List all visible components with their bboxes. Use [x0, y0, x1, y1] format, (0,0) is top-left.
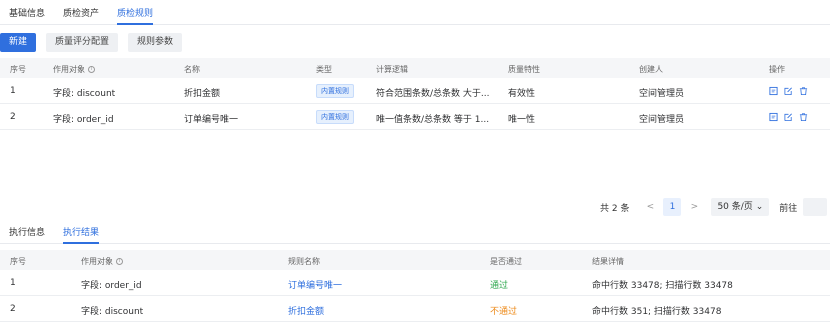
header-status: 是否通过 — [490, 257, 522, 266]
header-target: 作用对象 i — [53, 64, 95, 75]
header-name: 名称 — [184, 65, 200, 74]
cell-index: 1 — [10, 278, 16, 288]
row-actions — [769, 86, 808, 96]
info-icon[interactable]: i — [88, 66, 95, 73]
table-header: 序号 作用对象 i 规则名称 是否通过 结果详情 — [0, 250, 830, 270]
cell-target: 字段: discount — [53, 89, 116, 99]
cell-trait: 有效性 — [508, 89, 536, 99]
header-detail: 结果详情 — [592, 257, 624, 266]
cell-index: 2 — [10, 304, 16, 314]
rule-name-link[interactable]: 折扣金额 — [288, 304, 324, 317]
tab-execution-results[interactable]: 执行结果 — [54, 222, 108, 244]
row-actions — [769, 112, 808, 122]
view-icon[interactable] — [769, 86, 778, 96]
cell-creator: 空间管理员 — [639, 89, 685, 99]
cell-name: 折扣金额 — [184, 89, 221, 99]
tab-execution-info[interactable]: 执行信息 — [0, 222, 54, 243]
table-row: 2 字段: order_id 订单编号唯一 内置规则 唯一值条数/总条数 等于 … — [0, 104, 830, 130]
toolbar: 新建 质量评分配置 规则参数 — [0, 33, 183, 52]
cell-detail: 命中行数 33478; 扫描行数 33478 — [592, 281, 733, 291]
cell-detail: 命中行数 351; 扫描行数 33478 — [592, 307, 722, 317]
status-fail: 不通过 — [490, 307, 518, 317]
delete-icon[interactable] — [799, 86, 808, 96]
header-type: 类型 — [316, 65, 332, 74]
tab-basic-info[interactable]: 基础信息 — [0, 3, 54, 24]
cell-creator: 空间管理员 — [639, 115, 685, 125]
rule-params-button[interactable]: 规则参数 — [128, 33, 183, 52]
table-row: 1 字段: discount 折扣金额 内置规则 符合范围条数/总条数 大于..… — [0, 78, 830, 104]
header-creator: 创建人 — [639, 65, 663, 74]
cell-logic: 符合范围条数/总条数 大于... — [376, 89, 490, 99]
cell-target: 字段: discount — [81, 307, 144, 317]
results-table: 序号 作用对象 i 规则名称 是否通过 结果详情 1 字段: order_id 订… — [0, 250, 830, 322]
header-target: 作用对象 i — [81, 256, 123, 267]
header-index: 序号 — [10, 65, 26, 74]
page-size-select[interactable]: 50 条/页 ⌄ — [711, 198, 770, 216]
pagination-total: 共 2 条 — [600, 203, 630, 214]
page-1-button[interactable]: 1 — [663, 198, 682, 216]
type-tag: 内置规则 — [316, 84, 354, 98]
top-tabs: 基础信息 质检资产 质检规则 — [0, 3, 830, 25]
cell-trait: 唯一性 — [508, 115, 536, 125]
status-pass: 通过 — [490, 281, 509, 291]
goto-label: 前往 — [779, 203, 798, 214]
header-logic: 计算逻辑 — [376, 65, 408, 74]
type-tag: 内置规则 — [316, 110, 354, 124]
table-header: 序号 作用对象 i 名称 类型 计算逻辑 质量特性 创建人 操作 — [0, 58, 830, 78]
chevron-down-icon: ⌄ — [755, 202, 764, 212]
rules-table: 序号 作用对象 i 名称 类型 计算逻辑 质量特性 创建人 操作 1 字段: di… — [0, 58, 830, 130]
tab-quality-rules[interactable]: 质检规则 — [108, 3, 162, 25]
header-trait: 质量特性 — [508, 65, 540, 74]
rule-name-link[interactable]: 订单编号唯一 — [288, 278, 342, 291]
score-config-button[interactable]: 质量评分配置 — [46, 33, 119, 52]
pagination: 共 2 条 < 1 > 50 条/页 ⌄ 前往 — [600, 198, 828, 216]
table-row: 1 字段: order_id 订单编号唯一 通过 命中行数 33478; 扫描行… — [0, 270, 830, 296]
goto-page-input[interactable] — [803, 198, 828, 216]
view-icon[interactable] — [769, 112, 778, 122]
bottom-tabs: 执行信息 执行结果 — [0, 222, 830, 244]
new-button[interactable]: 新建 — [0, 33, 37, 52]
delete-icon[interactable] — [799, 112, 808, 122]
prev-page-button[interactable]: < — [643, 202, 657, 212]
edit-icon[interactable] — [784, 86, 793, 96]
info-icon[interactable]: i — [116, 258, 123, 265]
cell-index: 1 — [10, 86, 16, 96]
cell-type: 内置规则 — [316, 110, 354, 124]
next-page-button[interactable]: > — [687, 202, 701, 212]
table-row: 2 字段: discount 折扣金额 不通过 命中行数 351; 扫描行数 3… — [0, 296, 830, 322]
cell-logic: 唯一值条数/总条数 等于 1... — [376, 115, 490, 125]
cell-target: 字段: order_id — [81, 281, 142, 291]
header-rule-name: 规则名称 — [288, 257, 320, 266]
tab-quality-assets[interactable]: 质检资产 — [54, 3, 108, 24]
edit-icon[interactable] — [784, 112, 793, 122]
cell-target: 字段: order_id — [53, 115, 114, 125]
cell-type: 内置规则 — [316, 84, 354, 98]
cell-index: 2 — [10, 112, 16, 122]
cell-name: 订单编号唯一 — [184, 115, 239, 125]
header-actions: 操作 — [769, 65, 785, 74]
header-index: 序号 — [10, 257, 26, 266]
